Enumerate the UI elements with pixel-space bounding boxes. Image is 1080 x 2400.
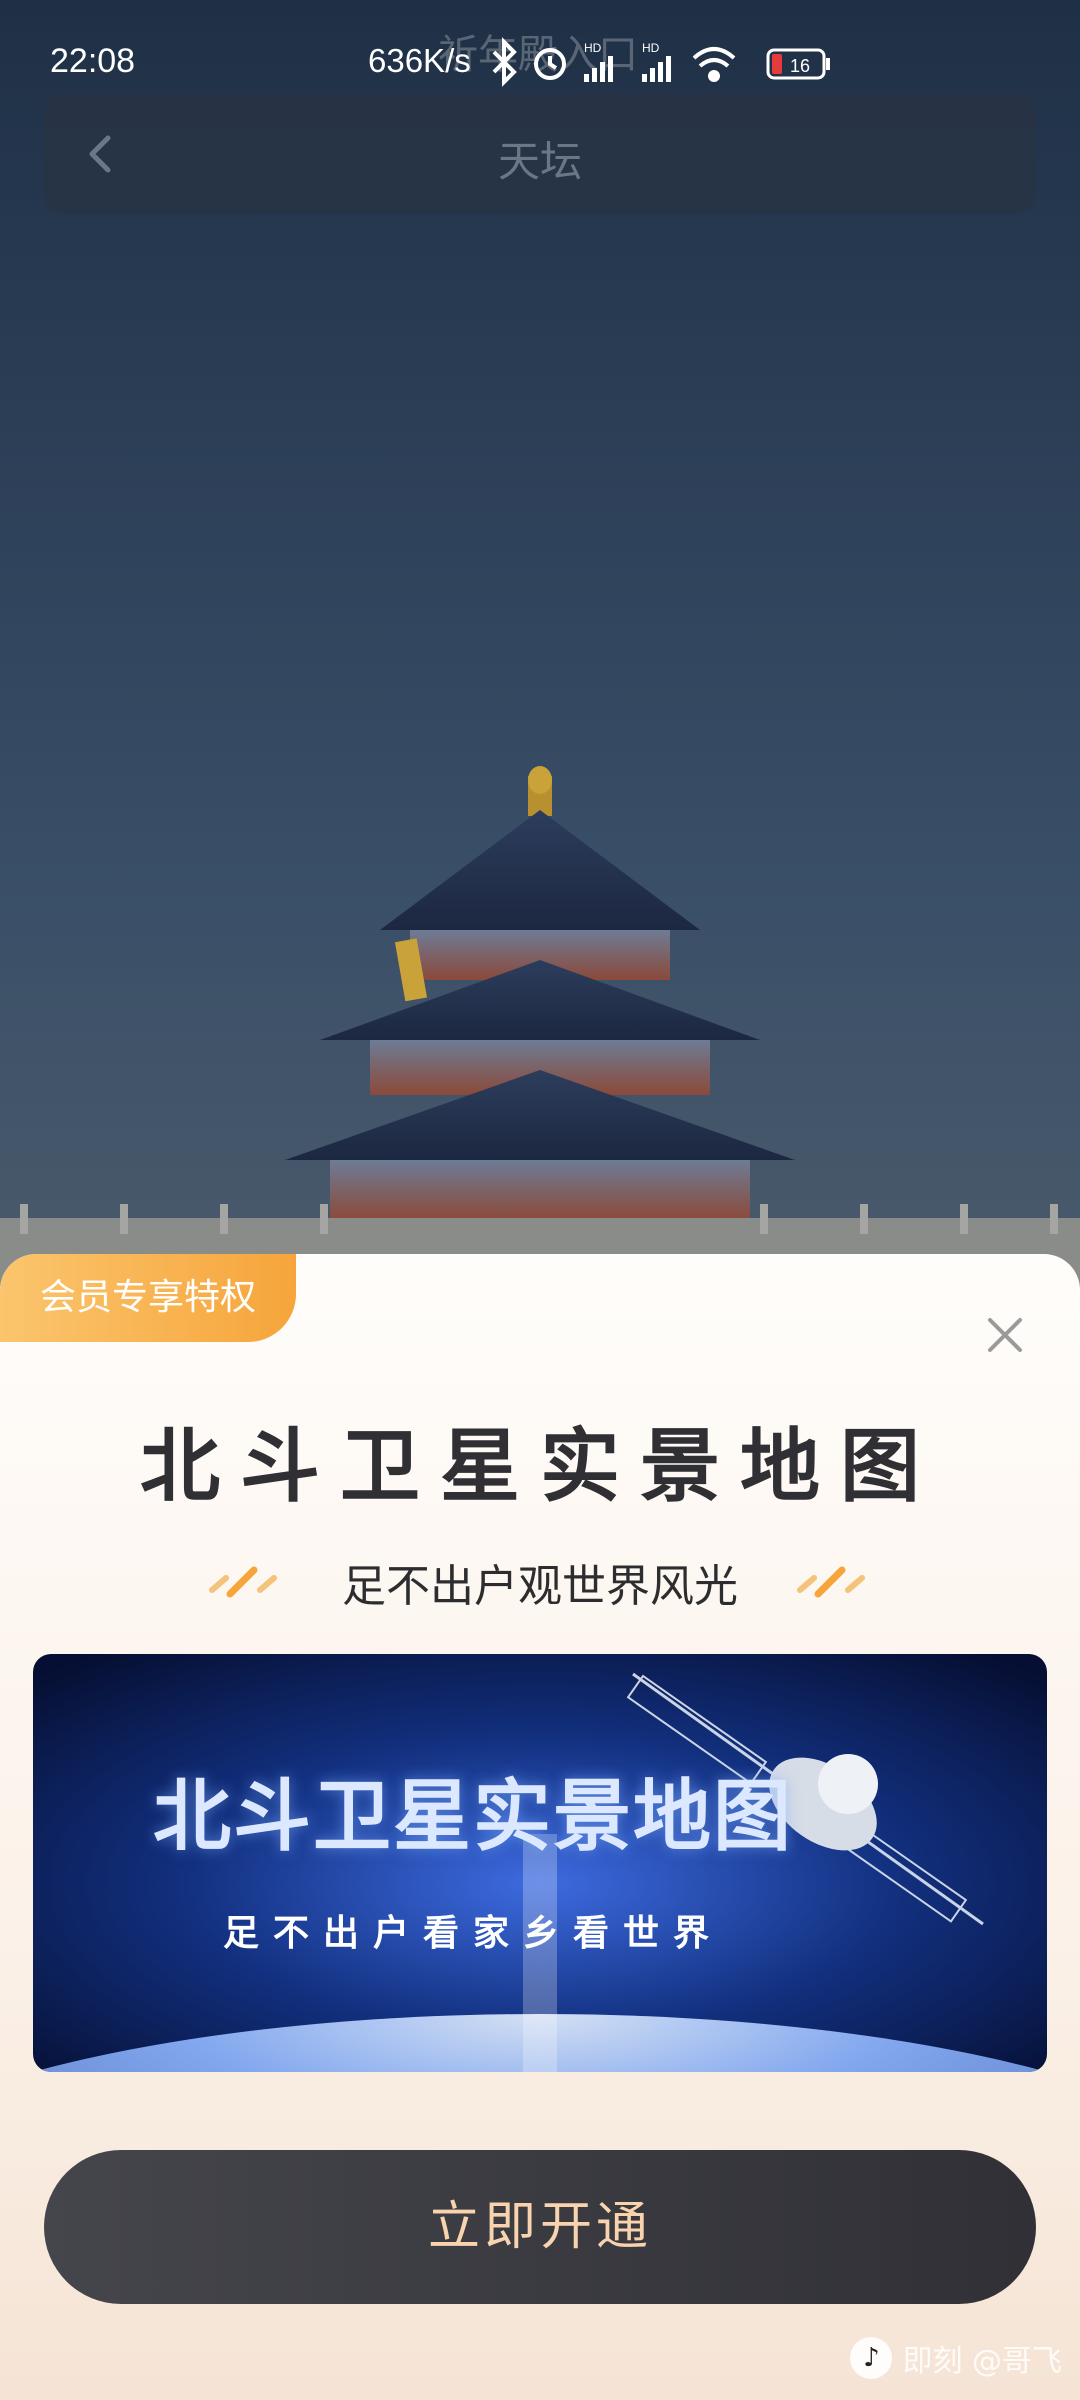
member-badge: 会员专享特权 (0, 1254, 296, 1342)
bluetooth-icon (492, 37, 517, 87)
nav-bar: 天坛 (44, 94, 1036, 214)
watermark-app: 即刻 (902, 2344, 963, 2379)
banner-title: 北斗卫星实景地图 (152, 1772, 793, 1862)
network-speed: 636K/s (368, 42, 471, 79)
page-title: 天坛 (497, 137, 582, 186)
sheet-subline: 足不出户观世界风光 (342, 1561, 738, 1612)
status-time: 22:08 (50, 42, 136, 80)
status-icons: HD HD 16 (492, 37, 830, 87)
banner-subtitle: 足不出户看家乡看世界 (222, 1913, 723, 1954)
svg-text:16: 16 (790, 56, 810, 76)
temple-illustration (0, 766, 1080, 1290)
wifi-icon (692, 47, 736, 82)
signal-icon: HD HD (584, 41, 671, 82)
close-icon[interactable] (980, 1310, 1030, 1360)
svg-text:HD: HD (584, 41, 602, 55)
watermark: ♪ 即刻 @哥飞 (850, 2330, 1062, 2386)
svg-text:HD: HD (642, 41, 660, 55)
decor-slash-right-icon (797, 1566, 865, 1598)
battery-icon: 16 (766, 48, 830, 80)
watermark-user: @哥飞 (972, 2344, 1062, 2379)
activate-now-button[interactable]: 立即开通 (44, 2150, 1036, 2304)
sheet-headline: 北斗卫星实景地图 (140, 1420, 940, 1513)
promo-banner: 北斗卫星实景地图 足不出户看家乡看世界 (33, 1654, 1047, 2072)
jike-logo-icon: ♪ (850, 2337, 893, 2379)
alarm-icon (534, 48, 566, 80)
membership-sheet: 会员专享特权 北斗卫星实景地图 足不出户观世界风光 北斗卫星实景地图 足不出户看… (0, 1254, 1080, 2400)
subline-row: 足不出户观世界风光 (0, 1544, 1080, 1614)
